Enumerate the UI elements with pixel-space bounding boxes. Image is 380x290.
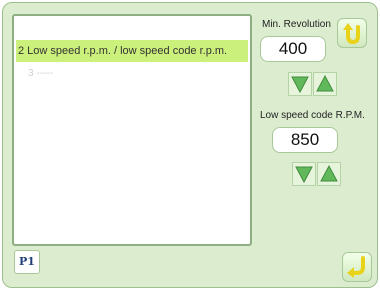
list-item-selected[interactable]: 2 Low speed r.p.m. / low speed code r.p.… xyxy=(16,40,248,62)
low-speed-code-rpm-down-button[interactable] xyxy=(292,162,316,186)
min-revolution-down-button[interactable] xyxy=(288,72,312,96)
return-button[interactable] xyxy=(342,252,372,282)
min-revolution-up-button[interactable] xyxy=(313,72,337,96)
u-turn-arrow-icon xyxy=(343,23,360,45)
list-item-next[interactable]: 3 ----- xyxy=(28,68,53,79)
min-revolution-value[interactable]: 400 xyxy=(260,36,326,62)
low-speed-code-rpm-value[interactable]: 850 xyxy=(272,127,338,153)
up-triangle-icon xyxy=(320,164,338,182)
return-arrow-icon xyxy=(347,256,365,278)
page-tab-p1[interactable]: P1 xyxy=(14,250,40,274)
low-speed-code-rpm-up-button[interactable] xyxy=(317,162,341,186)
low-speed-code-rpm-label: Low speed code R.P.M. xyxy=(260,110,365,121)
u-turn-button[interactable] xyxy=(337,18,367,48)
min-revolution-label: Min. Revolution xyxy=(262,19,331,30)
parameter-list: 2 Low speed r.p.m. / low speed code r.p.… xyxy=(12,14,252,246)
up-triangle-icon xyxy=(316,74,334,92)
down-triangle-icon xyxy=(291,76,309,94)
down-triangle-icon xyxy=(295,166,313,184)
